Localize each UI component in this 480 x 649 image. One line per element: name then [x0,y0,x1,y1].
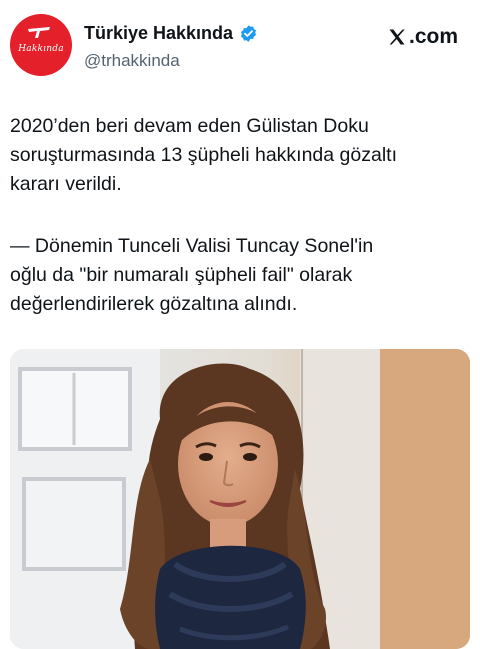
name-row: Türkiye Hakkında [84,23,258,44]
photo-illustration [10,349,470,649]
post-text-paragraph-2: — Dönemin Tunceli Valisi Tuncay Sonel'in… [10,235,374,315]
avatar[interactable]: Hakkında [10,14,72,76]
avatar-wordmark: Hakkında [18,44,64,54]
x-logo[interactable]: .com [387,25,458,49]
post-media-photo[interactable] [10,349,470,649]
logo-mark-icon [28,27,50,38]
post-text-paragraph-1: 2020’den beri devam eden Gülistan Doku s… [10,115,397,195]
display-name[interactable]: Türkiye Hakkında [84,23,233,44]
verified-badge-icon [241,25,257,42]
tweet-header: Hakkında Türkiye Hakkında @trhakkinda .c… [10,14,470,78]
x-logo-icon [389,29,405,45]
handle[interactable]: @trhakkinda [84,51,180,71]
x-site-label: .com [408,25,458,48]
